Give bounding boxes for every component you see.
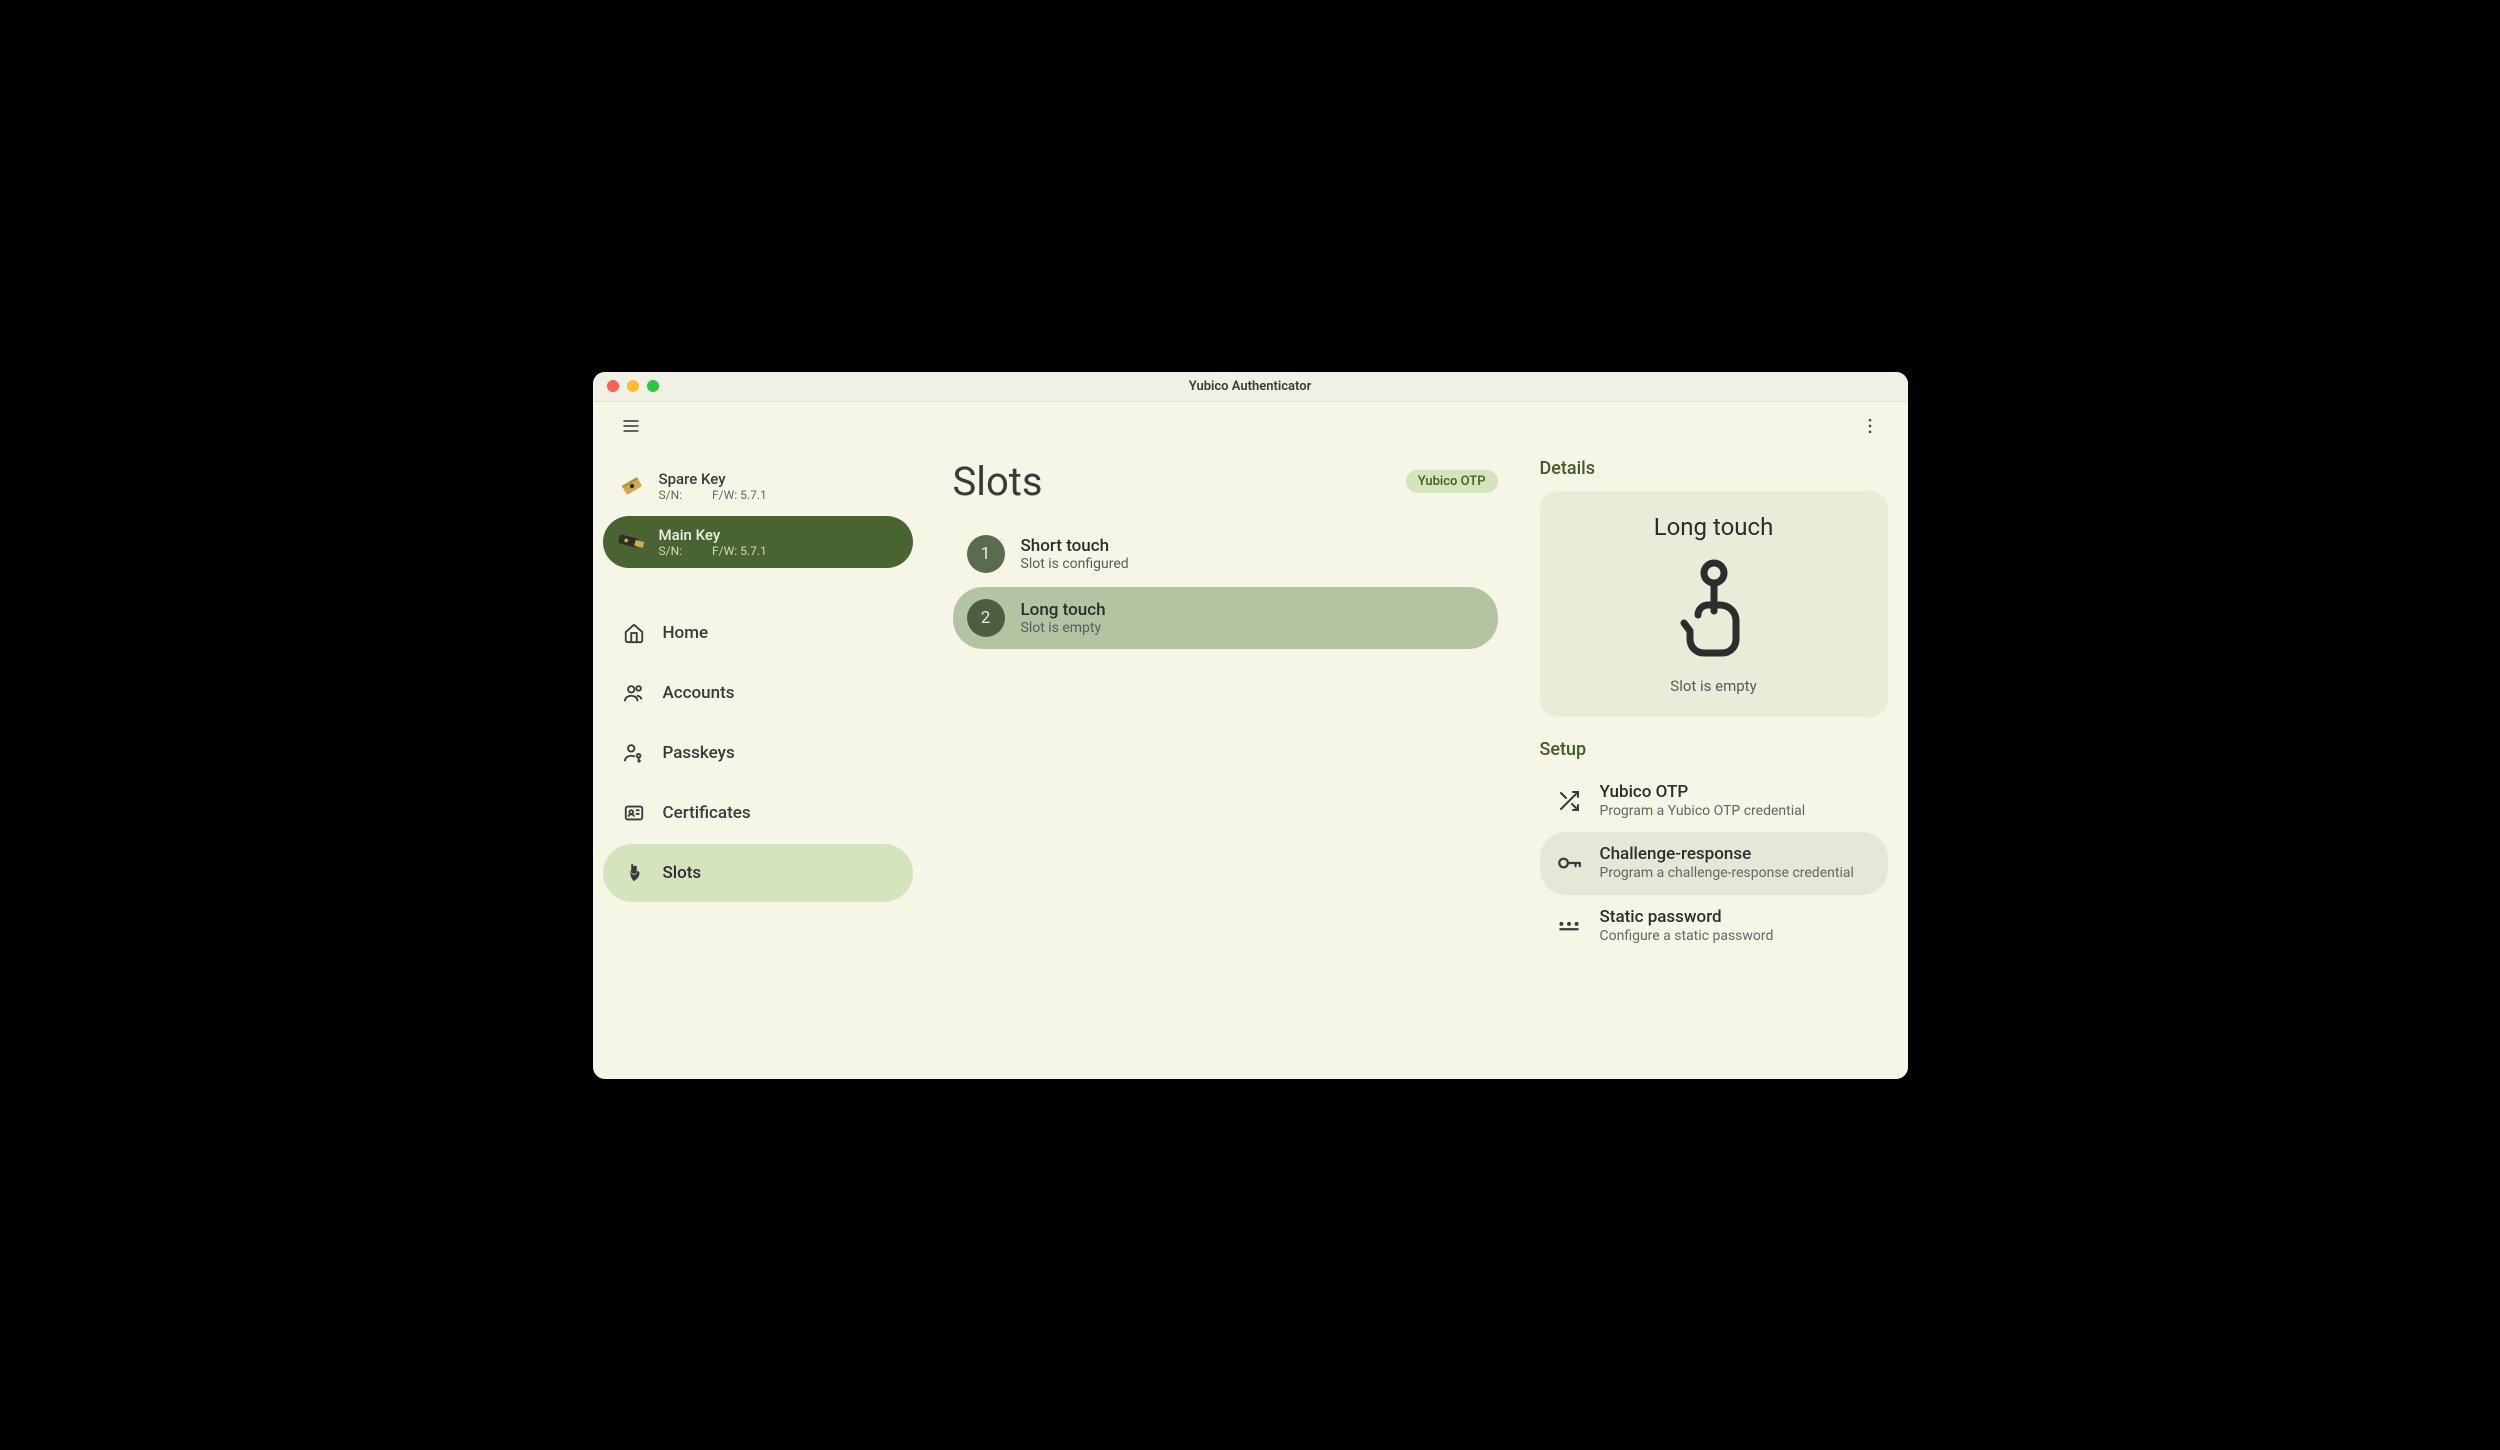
protocol-badge: Yubico OTP bbox=[1406, 470, 1498, 493]
setup-challenge-response[interactable]: Challenge-response Program a challenge-r… bbox=[1540, 832, 1888, 895]
device-fw-label: F/W: 5.7.1 bbox=[712, 544, 767, 558]
device-item-main[interactable]: Main Key S/N: F/W: 5.7.1 bbox=[603, 516, 913, 568]
maximize-button[interactable] bbox=[647, 380, 659, 392]
setup-yubico-otp[interactable]: Yubico OTP Program a Yubico OTP credenti… bbox=[1540, 770, 1888, 833]
slots-icon bbox=[623, 862, 645, 884]
touch-icon bbox=[1674, 559, 1754, 663]
device-sn-label: S/N: bbox=[659, 488, 683, 502]
device-sn-label: S/N: bbox=[659, 544, 683, 558]
slot-name: Long touch bbox=[1021, 600, 1106, 620]
nav-label: Home bbox=[663, 623, 709, 643]
slot-list: 1 Short touch Slot is configured 2 Long … bbox=[953, 523, 1498, 649]
key-icon bbox=[1556, 850, 1582, 876]
yubikey-nano-icon bbox=[617, 471, 647, 501]
titlebar: Yubico Authenticator bbox=[593, 372, 1908, 402]
details-heading: Details bbox=[1540, 458, 1888, 479]
passkeys-icon bbox=[623, 742, 645, 764]
setup-name: Static password bbox=[1600, 907, 1774, 927]
nav-home[interactable]: Home bbox=[603, 604, 913, 662]
nav-slots[interactable]: Slots bbox=[603, 844, 913, 902]
nav-label: Slots bbox=[663, 863, 702, 883]
window-title: Yubico Authenticator bbox=[593, 379, 1908, 394]
setup-static-password[interactable]: Static password Configure a static passw… bbox=[1540, 895, 1888, 958]
close-button[interactable] bbox=[607, 380, 619, 392]
yubikey-icon bbox=[617, 527, 647, 557]
slot-item-1[interactable]: 1 Short touch Slot is configured bbox=[953, 523, 1498, 585]
setup-name: Yubico OTP bbox=[1600, 782, 1806, 802]
nav-accounts[interactable]: Accounts bbox=[603, 664, 913, 722]
traffic-lights bbox=[593, 380, 659, 392]
slot-name: Short touch bbox=[1021, 536, 1129, 556]
setup-sub: Program a challenge-response credential bbox=[1600, 864, 1854, 883]
nav-label: Certificates bbox=[663, 803, 751, 823]
setup-heading: Setup bbox=[1540, 739, 1888, 760]
slot-item-2[interactable]: 2 Long touch Slot is empty bbox=[953, 587, 1498, 649]
page-title: Slots bbox=[953, 458, 1043, 505]
shuffle-icon bbox=[1556, 788, 1582, 814]
detail-status: Slot is empty bbox=[1670, 677, 1756, 695]
content: Spare Key S/N: F/W: 5.7.1 Main Key S/N: … bbox=[593, 450, 1908, 1079]
slot-status: Slot is configured bbox=[1021, 556, 1129, 572]
minimize-button[interactable] bbox=[627, 380, 639, 392]
slot-number: 2 bbox=[967, 599, 1005, 637]
nav-certificates[interactable]: Certificates bbox=[603, 784, 913, 842]
setup-name: Challenge-response bbox=[1600, 844, 1854, 864]
home-icon bbox=[623, 622, 645, 644]
setup-sub: Program a Yubico OTP credential bbox=[1600, 802, 1806, 821]
device-name: Spare Key bbox=[659, 470, 899, 488]
setup-sub: Configure a static password bbox=[1600, 927, 1774, 946]
toolbar bbox=[593, 402, 1908, 450]
nav-label: Accounts bbox=[663, 683, 735, 703]
nav-passkeys[interactable]: Passkeys bbox=[603, 724, 913, 782]
sidebar: Spare Key S/N: F/W: 5.7.1 Main Key S/N: … bbox=[593, 450, 923, 1079]
app-window: Yubico Authenticator Spare Key S/N: F/W:… bbox=[593, 372, 1908, 1079]
slot-status: Slot is empty bbox=[1021, 620, 1106, 636]
main-panel: Slots Yubico OTP 1 Short touch Slot is c… bbox=[923, 450, 1528, 1079]
menu-button[interactable] bbox=[613, 408, 649, 444]
password-icon bbox=[1556, 913, 1582, 939]
device-item-spare[interactable]: Spare Key S/N: F/W: 5.7.1 bbox=[603, 460, 913, 512]
more-vertical-icon bbox=[1860, 416, 1880, 436]
hamburger-icon bbox=[621, 416, 641, 436]
accounts-icon bbox=[623, 682, 645, 704]
detail-card: Long touch Slot is empty bbox=[1540, 491, 1888, 717]
slot-number: 1 bbox=[967, 535, 1005, 573]
nav-label: Passkeys bbox=[663, 743, 735, 763]
certificates-icon bbox=[623, 802, 645, 824]
nav-section: Home Accounts Passkeys bbox=[603, 604, 913, 902]
device-name: Main Key bbox=[659, 526, 899, 544]
detail-title: Long touch bbox=[1654, 513, 1774, 541]
more-button[interactable] bbox=[1852, 408, 1888, 444]
device-fw-label: F/W: 5.7.1 bbox=[712, 488, 767, 502]
details-panel: Details Long touch Slot is empty Setup bbox=[1528, 450, 1908, 1079]
